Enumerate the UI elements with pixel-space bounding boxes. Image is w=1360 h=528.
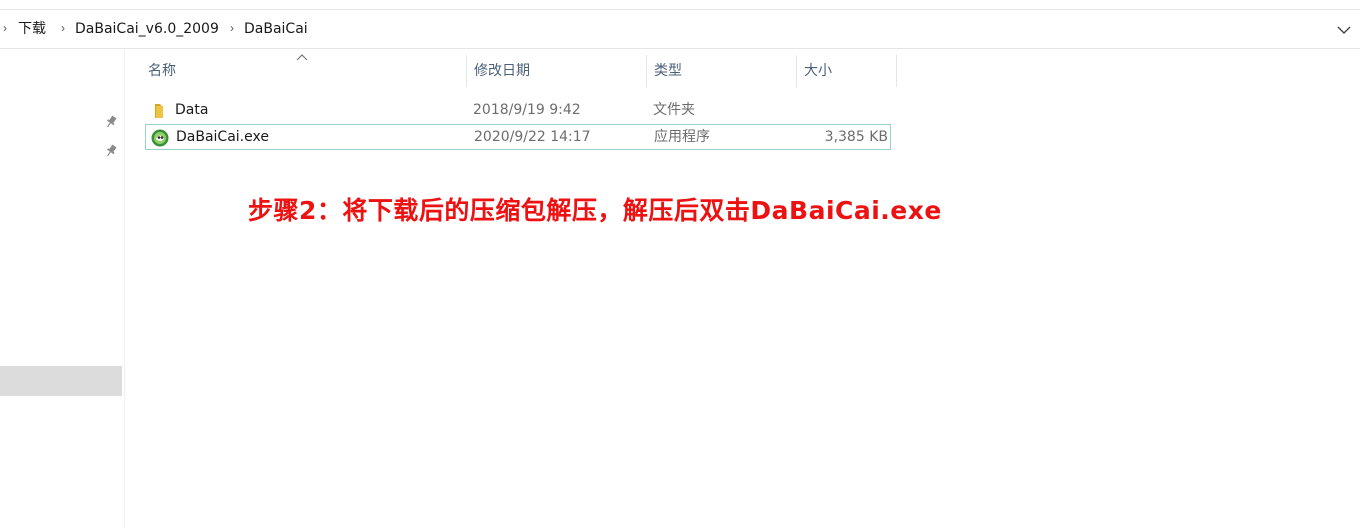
file-modified: 2020/9/22 14:17 (474, 129, 591, 145)
column-header-type[interactable]: 类型 (648, 55, 797, 87)
nav-item-selected[interactable] (0, 366, 122, 396)
navigation-pane[interactable] (0, 49, 125, 528)
pin-icon[interactable] (104, 115, 118, 129)
breadcrumb-chevron-icon[interactable]: › (58, 21, 68, 35)
breadcrumb-item-downloads[interactable]: 下载 (18, 20, 46, 38)
file-type: 文件夹 (653, 102, 695, 118)
file-size (795, 98, 887, 123)
file-name: Data (175, 102, 209, 118)
address-history-dropdown[interactable] (1334, 18, 1354, 40)
title-strip (0, 0, 1360, 10)
breadcrumb-chevron-icon[interactable]: › (227, 21, 237, 35)
breadcrumb-item-dabaicai-v6[interactable]: DaBaiCai_v6.0_2009 (75, 20, 219, 38)
file-type: 应用程序 (654, 129, 710, 145)
column-header-size[interactable]: 大小 (798, 55, 897, 87)
address-bar[interactable]: › 下载 › DaBaiCai_v6.0_2009 › DaBaiCai (0, 10, 1360, 49)
folder-icon (155, 104, 163, 118)
chevron-down-icon (1337, 26, 1351, 34)
file-size: 3,385 KB (824, 129, 888, 145)
breadcrumb-chevron-icon[interactable]: › (0, 21, 10, 35)
app-icon (151, 129, 169, 147)
file-explorer-window: › 下载 › DaBaiCai_v6.0_2009 › DaBaiCai 名称 … (0, 0, 1360, 528)
file-modified: 2018/9/19 9:42 (473, 102, 581, 118)
pin-icon[interactable] (104, 144, 118, 158)
file-name: DaBaiCai.exe (176, 129, 269, 145)
instruction-annotation: 步骤2：将下载后的压缩包解压，解压后双击DaBaiCai.exe (248, 196, 942, 225)
breadcrumb-item-dabaicai[interactable]: DaBaiCai (244, 20, 308, 38)
column-header-modified[interactable]: 修改日期 (468, 55, 647, 87)
file-row-data-folder[interactable]: Data 2018/9/19 9:42 文件夹 (145, 98, 891, 123)
column-header-name[interactable]: 名称 (142, 55, 467, 87)
file-row-dabaicai-exe[interactable]: DaBaiCai.exe 2020/9/22 14:17 应用程序 3,385 … (145, 124, 891, 150)
